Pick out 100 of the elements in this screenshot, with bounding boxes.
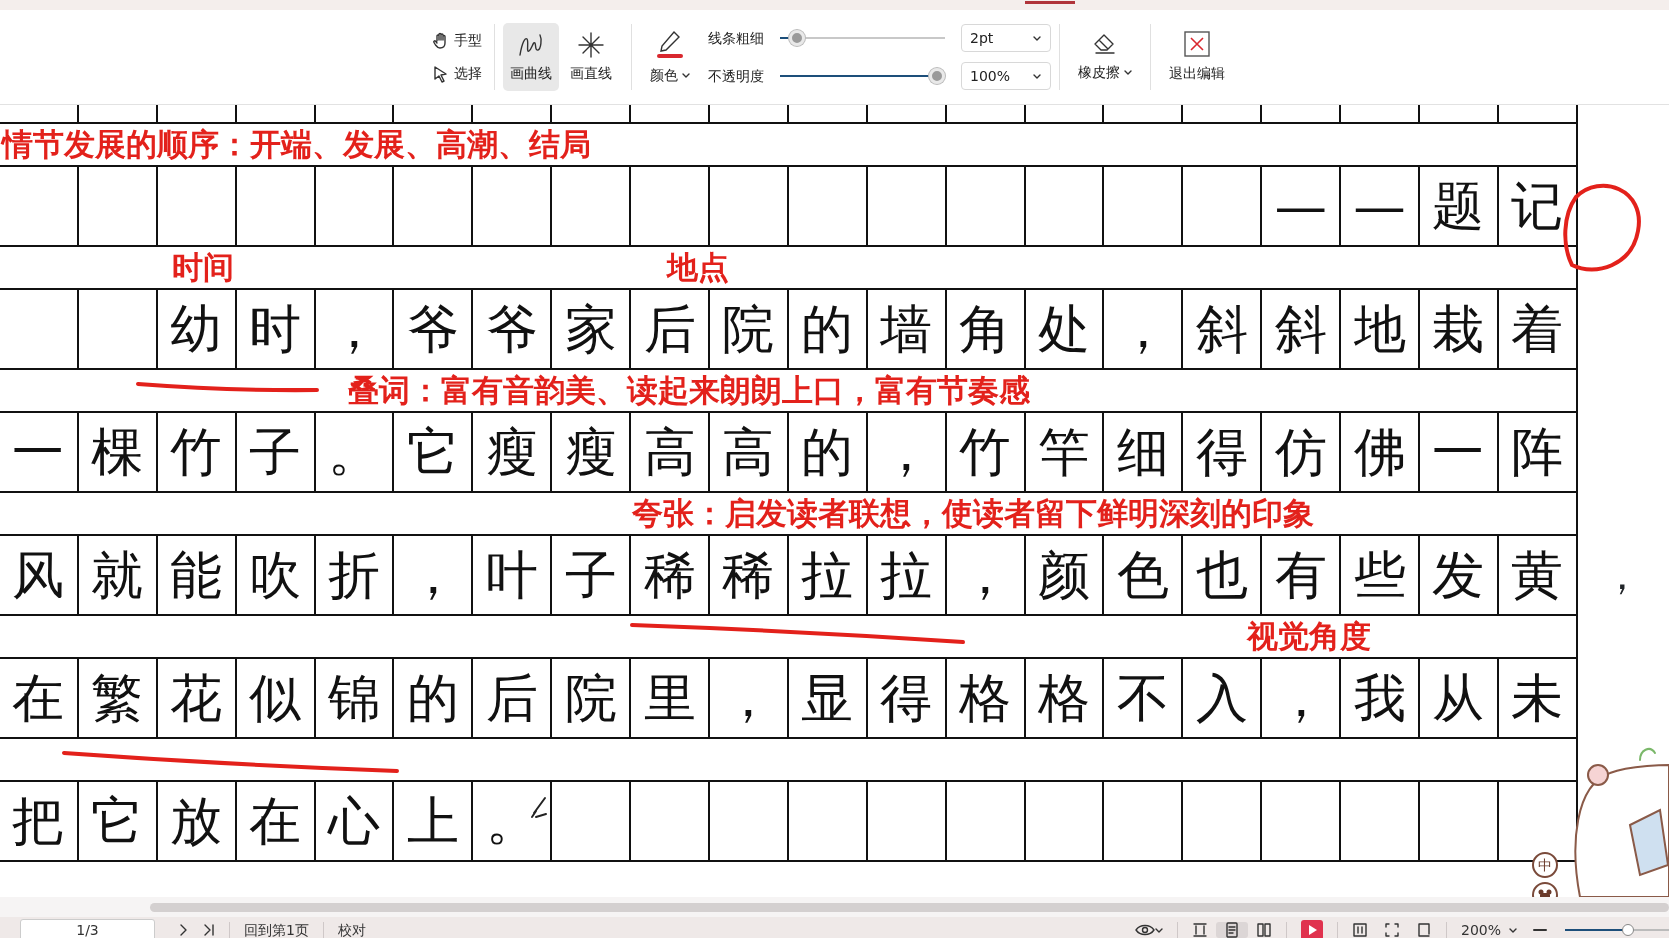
- draw-curve-button[interactable]: 画曲线: [503, 23, 559, 91]
- slider-thumb[interactable]: [1622, 924, 1635, 936]
- first-page-button[interactable]: 回到第1页: [236, 919, 317, 938]
- grid-character: 在: [249, 795, 302, 847]
- grid-character: ，: [1274, 672, 1327, 724]
- grid-character: 在: [12, 672, 65, 724]
- grid-character: 的: [801, 303, 854, 355]
- grid-character: 风: [12, 549, 65, 601]
- grid-character: 花: [170, 672, 223, 724]
- chevron-icon: [1032, 72, 1042, 80]
- ime-mode-button[interactable]: 中: [1532, 852, 1558, 878]
- grid-character: 后: [485, 672, 538, 724]
- grid-character: 得: [1195, 426, 1248, 478]
- grid-character: 的: [406, 672, 459, 724]
- zoom-select[interactable]: 200%: [1452, 919, 1525, 938]
- grid-character: 一: [12, 426, 65, 478]
- annotation: 叠词：富有音韵美、读起来朗朗上口，富有节奏感: [348, 372, 1030, 410]
- grid-character: 放: [170, 795, 223, 847]
- eye-icon: [1134, 923, 1155, 937]
- grid-character: 佛: [1353, 426, 1406, 478]
- grid-character: —: [1353, 180, 1406, 232]
- annotation: 视觉角度: [1247, 618, 1371, 656]
- grid-character: 院: [564, 672, 617, 724]
- grid-character: 似: [249, 672, 302, 724]
- columns-icon: [1255, 922, 1272, 938]
- pen-icon: [654, 28, 686, 59]
- page-width-icon: [1351, 922, 1368, 938]
- close-icon: [1184, 30, 1210, 57]
- grid-character: 就: [91, 549, 144, 601]
- grid-character: 处: [1038, 303, 1090, 355]
- hand-tool-button[interactable]: 手型: [428, 28, 486, 53]
- grid-character: 黄: [1511, 549, 1564, 601]
- eraser-button[interactable]: 橡皮擦: [1068, 31, 1142, 83]
- grid-character: 瘦: [564, 426, 617, 478]
- grid-character: —: [1274, 180, 1327, 232]
- line-width-label: 线条粗细: [708, 29, 764, 48]
- page-fit-icon: [1191, 922, 1208, 938]
- minus-icon: [1533, 928, 1547, 932]
- grid-character: ，: [722, 672, 775, 724]
- grid-character: 细: [1116, 426, 1169, 478]
- grid-character: 后: [643, 303, 696, 355]
- annotation: 情节发展的顺序：开端、发展、高潮、结局: [2, 126, 591, 164]
- grid-character: 得: [880, 672, 933, 724]
- single-page-button[interactable]: [1215, 922, 1248, 938]
- exit-edit-button[interactable]: 退出编辑: [1159, 30, 1235, 84]
- grid-character: 子: [564, 549, 617, 601]
- grid-character: 显: [801, 672, 854, 724]
- grid-character: ，: [959, 549, 1012, 601]
- last-page-icon: [203, 924, 215, 936]
- grid-character: 叶: [485, 549, 538, 601]
- grid-character: 拉: [880, 549, 933, 601]
- grid-character: 栽: [1432, 303, 1485, 355]
- pen-cursor-icon: [531, 797, 547, 818]
- grid-character: 高: [643, 426, 696, 478]
- grid-character: 记: [1511, 180, 1564, 232]
- grid-character: 地: [1353, 303, 1406, 355]
- opacity-label: 不透明度: [708, 67, 764, 86]
- frame-icon: [1415, 922, 1432, 938]
- grid-character: 的: [801, 426, 854, 478]
- tab-indicator: [1025, 1, 1075, 4]
- grid-character: ，: [880, 426, 933, 478]
- page-icon: [1223, 922, 1240, 938]
- grid-character: ，: [328, 303, 380, 355]
- grid-character: 繁: [91, 672, 144, 724]
- caret-icon: [1509, 926, 1517, 934]
- grid-character: 我: [1353, 672, 1406, 724]
- page-number-field[interactable]: 1/3: [20, 919, 155, 938]
- chevron-right-icon: [179, 924, 187, 936]
- grid-character: 不: [1116, 672, 1169, 724]
- grid-character: 格: [1038, 672, 1090, 724]
- grid-character: 阵: [1511, 426, 1564, 478]
- color-button[interactable]: 颜色: [640, 28, 700, 86]
- scrollbar-thumb[interactable]: [150, 902, 1669, 912]
- draw-line-button[interactable]: 画直线: [563, 23, 619, 91]
- line-width-select[interactable]: 2pt: [961, 24, 1051, 52]
- proofread-button[interactable]: 校对: [329, 919, 374, 938]
- chevron-icon: [1032, 34, 1042, 42]
- grid-character: 颜: [1038, 549, 1090, 601]
- opacity-select[interactable]: 100%: [961, 62, 1051, 90]
- grid-character: 竹: [959, 426, 1012, 478]
- grid-character: 从: [1432, 672, 1485, 724]
- caret-icon: [1124, 68, 1132, 76]
- grid-character: 家: [564, 303, 617, 355]
- grid-character: 墙: [880, 303, 933, 355]
- grid-character: 斜: [1274, 303, 1327, 355]
- grid-character: 时: [249, 303, 302, 355]
- grid-character: 题: [1432, 180, 1485, 232]
- grid-character: 它: [406, 426, 459, 478]
- grid-character: 高: [722, 426, 775, 478]
- grid-character: 色: [1116, 549, 1169, 601]
- play-icon: [1300, 920, 1323, 938]
- grid-character: 爷: [485, 303, 538, 355]
- grid-character: 幼: [170, 303, 223, 355]
- grid-character: 爷: [406, 303, 459, 355]
- grid-character: 心: [328, 795, 380, 847]
- select-tool-button[interactable]: 选择: [428, 61, 486, 86]
- grid-character: 着: [1511, 303, 1564, 355]
- grid-character: 未: [1511, 672, 1564, 724]
- grid-character: 也: [1195, 549, 1248, 601]
- grid-character: 。: [485, 795, 538, 847]
